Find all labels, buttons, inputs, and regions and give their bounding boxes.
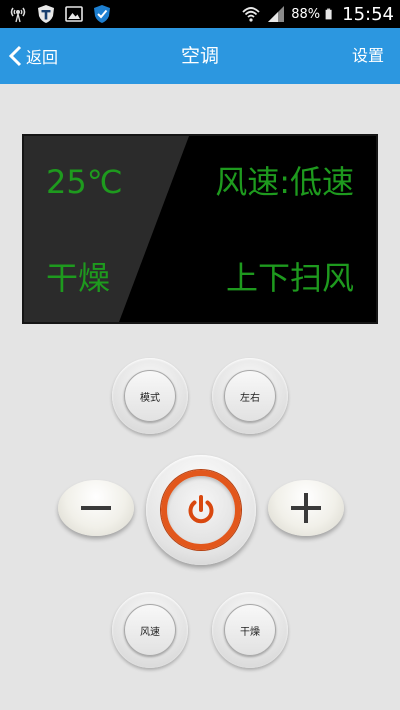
battery-icon (325, 8, 332, 20)
signal-icon (268, 6, 285, 22)
left-right-swing-button[interactable]: 左右 (212, 358, 288, 434)
fan-speed-readout: 风速:低速 (215, 163, 354, 201)
left-right-button-label: 左右 (224, 370, 276, 422)
minus-icon (81, 506, 111, 510)
status-bar: 88% 15:54 (0, 0, 400, 28)
dry-mode-button[interactable]: 干燥 (212, 592, 288, 668)
clock: 15:54 (342, 3, 394, 25)
wifi-icon (242, 7, 260, 22)
status-bar-notifications (8, 4, 112, 24)
chevron-left-icon (8, 45, 22, 67)
page-title: 空调 (180, 45, 219, 67)
shield-t-icon (38, 5, 54, 23)
settings-button[interactable]: 设置 (352, 28, 384, 84)
swing-readout: 上下扫风 (225, 259, 354, 297)
gallery-icon (65, 6, 83, 22)
status-display-panel: 25℃ 风速:低速 干燥 上下扫风 (22, 134, 378, 324)
back-label: 返回 (26, 48, 59, 67)
power-icon (188, 495, 214, 524)
app-bar: 返回 空调 设置 (0, 28, 400, 84)
power-button-ring (161, 470, 241, 550)
power-button[interactable] (146, 455, 256, 565)
temperature-down-button[interactable] (58, 480, 134, 536)
mode-readout: 干燥 (46, 259, 111, 297)
shield-check-icon (94, 5, 110, 23)
temperature-readout: 25℃ (46, 163, 123, 201)
fan-speed-button-label: 风速 (124, 604, 176, 656)
status-bar-system: 88% 15:54 (241, 0, 394, 28)
plus-icon (291, 493, 321, 523)
temperature-up-button[interactable] (268, 480, 344, 536)
back-button[interactable]: 返回 (8, 28, 58, 84)
mode-button[interactable]: 模式 (112, 358, 188, 434)
dry-button-label: 干燥 (224, 604, 276, 656)
fan-speed-button[interactable]: 风速 (112, 592, 188, 668)
battery-percent: 88% (291, 6, 321, 22)
mode-button-label: 模式 (124, 370, 176, 422)
antenna-icon (10, 7, 26, 23)
